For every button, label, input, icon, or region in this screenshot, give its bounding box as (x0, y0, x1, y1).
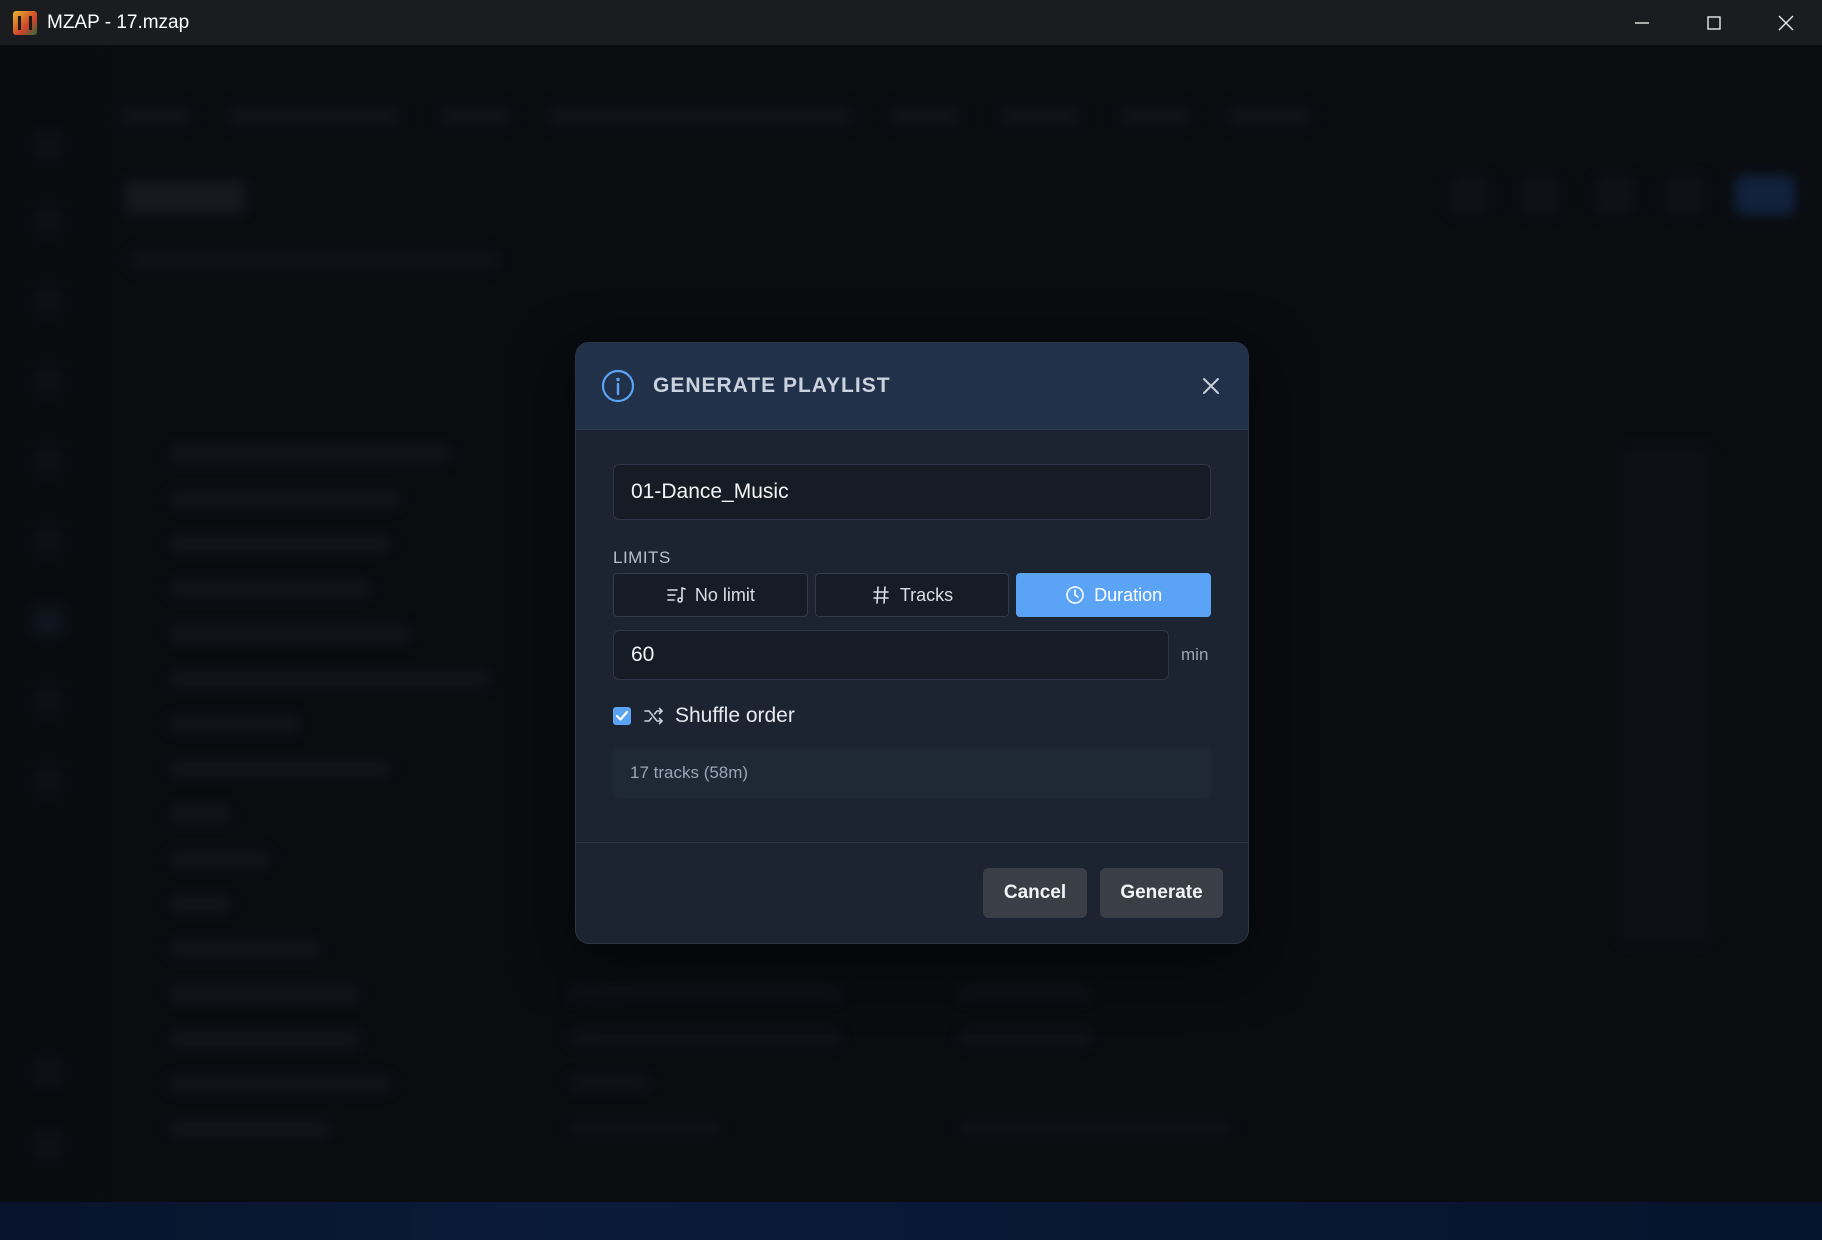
generate-playlist-dialog: GENERATE PLAYLIST LIMITS No limit Tracks (575, 342, 1249, 944)
limit-option-label: Tracks (899, 584, 954, 605)
limit-option-label: Duration (1094, 584, 1163, 605)
dialog-title: GENERATE PLAYLIST (653, 374, 891, 397)
app-logo-icon (13, 10, 37, 35)
cancel-button[interactable]: Cancel (983, 868, 1087, 918)
window-titlebar: MZAP - 17.mzap (0, 0, 1822, 46)
duration-unit: min (1181, 645, 1209, 664)
dialog-header: GENERATE PLAYLIST (576, 343, 1248, 430)
duration-input[interactable] (613, 630, 1169, 680)
minimize-button[interactable] (1606, 0, 1678, 45)
info-icon (601, 369, 635, 403)
close-icon (1203, 378, 1219, 394)
close-icon (1778, 15, 1794, 30)
window-close-button[interactable] (1750, 0, 1822, 45)
limit-option-label: No limit (694, 584, 755, 605)
hash-icon (873, 586, 889, 604)
window-controls (1606, 0, 1822, 45)
limit-option-duration[interactable]: Duration (1016, 573, 1212, 617)
minimize-icon (1635, 21, 1649, 24)
dialog-close-button[interactable] (1198, 373, 1224, 399)
playlist-name-input[interactable] (613, 464, 1211, 520)
duration-row: min (613, 630, 1211, 680)
limits-label: LIMITS (613, 548, 671, 567)
clock-icon (1066, 586, 1084, 604)
limits-selector: No limit Tracks Duration (613, 573, 1212, 617)
shuffle-checkbox[interactable] (613, 707, 631, 725)
dialog-body: LIMITS No limit Tracks Duration (576, 430, 1248, 798)
limit-option-tracks[interactable]: Tracks (814, 573, 1010, 617)
maximize-button[interactable] (1678, 0, 1750, 45)
playlist-icon (667, 587, 686, 603)
shuffle-icon (644, 707, 663, 725)
shuffle-label[interactable]: Shuffle order (675, 704, 795, 728)
checkmark-icon (615, 710, 629, 721)
maximize-icon (1707, 15, 1721, 30)
dialog-footer: Cancel Generate (576, 842, 1248, 943)
limit-option-no-limit[interactable]: No limit (613, 573, 808, 617)
shuffle-row: Shuffle order (613, 704, 1211, 728)
generate-button[interactable]: Generate (1100, 868, 1223, 918)
window-title: MZAP - 17.mzap (47, 11, 190, 33)
playlist-summary: 17 tracks (58m) (613, 748, 1211, 798)
